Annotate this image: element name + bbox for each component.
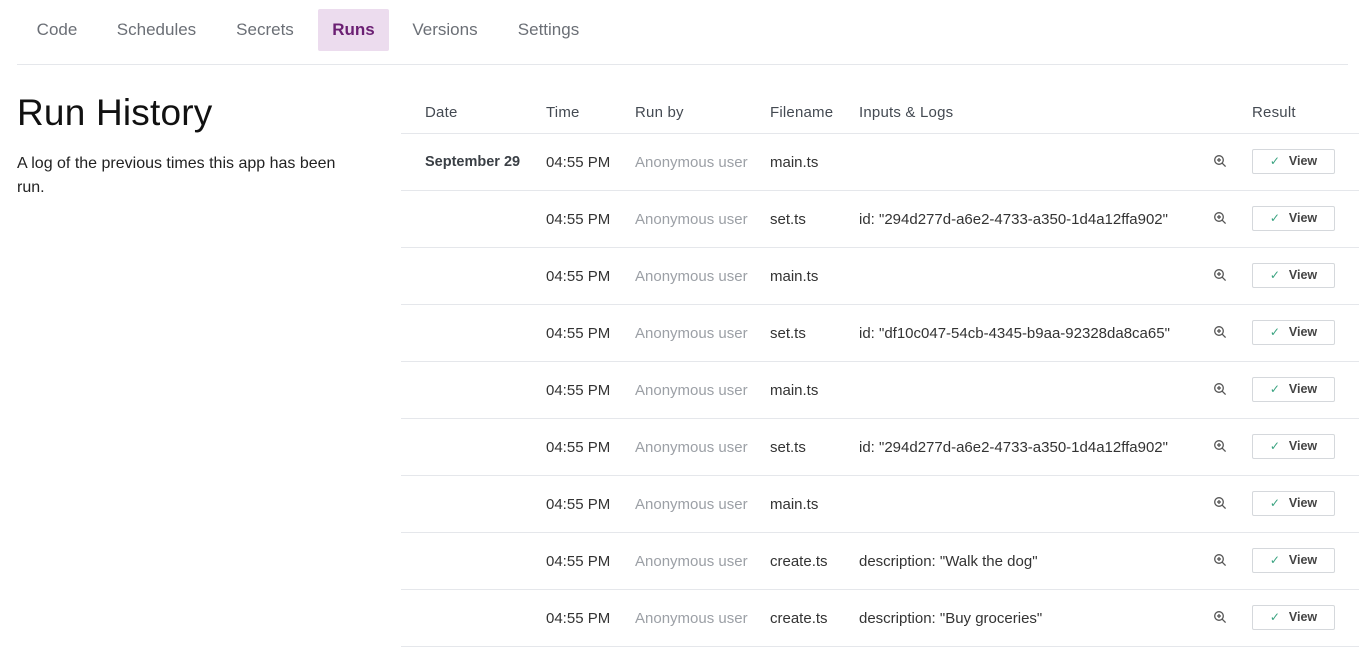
view-result-button[interactable]: ✓ View	[1252, 434, 1335, 459]
tab-bar: Code Schedules Secrets Runs Versions Set…	[17, 0, 1348, 65]
row-filename: set.ts	[770, 439, 806, 456]
check-icon: ✓	[1269, 154, 1280, 168]
view-result-button[interactable]: ✓ View	[1252, 605, 1335, 630]
run-history-table: Date Time Run by Filename Inputs & Logs …	[401, 90, 1359, 647]
row-inputs: description: "Buy groceries"	[859, 610, 1043, 627]
table-row: 04:55 PM Anonymous user main.ts ✓ View	[401, 248, 1359, 305]
row-inputs: id: "df10c047-54cb-4345-b9aa-92328da8ca6…	[859, 325, 1170, 342]
zoom-in-icon[interactable]	[1213, 154, 1229, 170]
zoom-in-icon[interactable]	[1213, 553, 1229, 569]
check-icon: ✓	[1269, 211, 1280, 225]
check-icon: ✓	[1269, 553, 1280, 567]
row-time: 04:55 PM	[546, 382, 611, 399]
page-title: Run History	[17, 92, 213, 133]
row-time: 04:55 PM	[546, 211, 611, 228]
row-time: 04:55 PM	[546, 496, 611, 513]
row-run-by: Anonymous user	[635, 211, 748, 228]
row-run-by: Anonymous user	[635, 496, 748, 513]
check-icon: ✓	[1269, 268, 1280, 282]
zoom-in-icon[interactable]	[1213, 211, 1229, 227]
table-row: 04:55 PM Anonymous user set.ts id: "294d…	[401, 419, 1359, 476]
table-row: 04:55 PM Anonymous user set.ts id: "294d…	[401, 191, 1359, 248]
view-result-button[interactable]: ✓ View	[1252, 206, 1335, 231]
view-label: View	[1288, 382, 1318, 396]
view-result-button[interactable]: ✓ View	[1252, 377, 1335, 402]
row-inputs: id: "294d277d-a6e2-4733-a350-1d4a12ffa90…	[859, 211, 1168, 228]
tab-settings[interactable]: Settings	[501, 9, 596, 51]
row-filename: main.ts	[770, 154, 819, 171]
view-result-button[interactable]: ✓ View	[1252, 263, 1335, 288]
zoom-in-icon[interactable]	[1213, 325, 1229, 341]
table-row: 04:55 PM Anonymous user create.ts descri…	[401, 590, 1359, 647]
check-icon: ✓	[1269, 439, 1280, 453]
row-run-by: Anonymous user	[635, 154, 748, 171]
header-time: Time	[546, 104, 580, 121]
table-row: September 29 04:55 PM Anonymous user mai…	[401, 134, 1359, 191]
table-row: 04:55 PM Anonymous user main.ts ✓ View	[401, 476, 1359, 533]
row-run-by: Anonymous user	[635, 439, 748, 456]
row-filename: set.ts	[770, 211, 806, 228]
check-icon: ✓	[1269, 610, 1280, 624]
table-row: 04:55 PM Anonymous user create.ts descri…	[401, 533, 1359, 590]
header-date: Date	[425, 104, 458, 121]
row-run-by: Anonymous user	[635, 610, 748, 627]
row-time: 04:55 PM	[546, 268, 611, 285]
row-filename: create.ts	[770, 610, 828, 627]
view-result-button[interactable]: ✓ View	[1252, 320, 1335, 345]
row-run-by: Anonymous user	[635, 553, 748, 570]
tab-code[interactable]: Code	[17, 9, 97, 51]
header-inputs-logs: Inputs & Logs	[859, 104, 954, 121]
tab-secrets[interactable]: Secrets	[220, 9, 310, 51]
zoom-in-icon[interactable]	[1213, 382, 1229, 398]
tab-versions[interactable]: Versions	[397, 9, 493, 51]
view-label: View	[1288, 268, 1318, 282]
row-time: 04:55 PM	[546, 325, 611, 342]
row-filename: create.ts	[770, 553, 828, 570]
view-label: View	[1288, 610, 1318, 624]
zoom-in-icon[interactable]	[1213, 610, 1229, 626]
row-time: 04:55 PM	[546, 439, 611, 456]
page-description: A log of the previous times this app has…	[17, 155, 336, 196]
zoom-in-icon[interactable]	[1213, 496, 1229, 512]
row-time: 04:55 PM	[546, 154, 611, 171]
header-filename: Filename	[770, 104, 834, 121]
tab-schedules[interactable]: Schedules	[101, 9, 212, 51]
zoom-in-icon[interactable]	[1213, 439, 1229, 455]
view-label: View	[1288, 439, 1318, 453]
row-time: 04:55 PM	[546, 553, 611, 570]
view-label: View	[1288, 211, 1318, 225]
view-label: View	[1288, 496, 1318, 510]
check-icon: ✓	[1269, 325, 1280, 339]
table-body: September 29 04:55 PM Anonymous user mai…	[401, 134, 1359, 647]
header-result: Result	[1252, 104, 1296, 121]
header-run-by: Run by	[635, 104, 684, 121]
row-time: 04:55 PM	[546, 610, 611, 627]
row-date: September 29	[425, 154, 521, 170]
view-label: View	[1288, 325, 1318, 339]
view-result-button[interactable]: ✓ View	[1252, 491, 1335, 516]
view-label: View	[1288, 154, 1318, 168]
check-icon: ✓	[1269, 496, 1280, 510]
view-label: View	[1288, 553, 1318, 567]
row-filename: main.ts	[770, 382, 819, 399]
view-result-button[interactable]: ✓ View	[1252, 548, 1335, 573]
row-filename: main.ts	[770, 496, 819, 513]
table-row: 04:55 PM Anonymous user main.ts ✓ View	[401, 362, 1359, 419]
table-header: Date Time Run by Filename Inputs & Logs …	[401, 90, 1359, 134]
row-run-by: Anonymous user	[635, 382, 748, 399]
row-inputs: description: "Walk the dog"	[859, 553, 1038, 570]
tab-runs[interactable]: Runs	[318, 9, 389, 51]
zoom-in-icon[interactable]	[1213, 268, 1229, 284]
row-run-by: Anonymous user	[635, 325, 748, 342]
row-filename: main.ts	[770, 268, 819, 285]
row-inputs: id: "294d277d-a6e2-4733-a350-1d4a12ffa90…	[859, 439, 1168, 456]
row-run-by: Anonymous user	[635, 268, 748, 285]
row-filename: set.ts	[770, 325, 806, 342]
view-result-button[interactable]: ✓ View	[1252, 149, 1335, 174]
table-row: 04:55 PM Anonymous user set.ts id: "df10…	[401, 305, 1359, 362]
check-icon: ✓	[1269, 382, 1280, 396]
